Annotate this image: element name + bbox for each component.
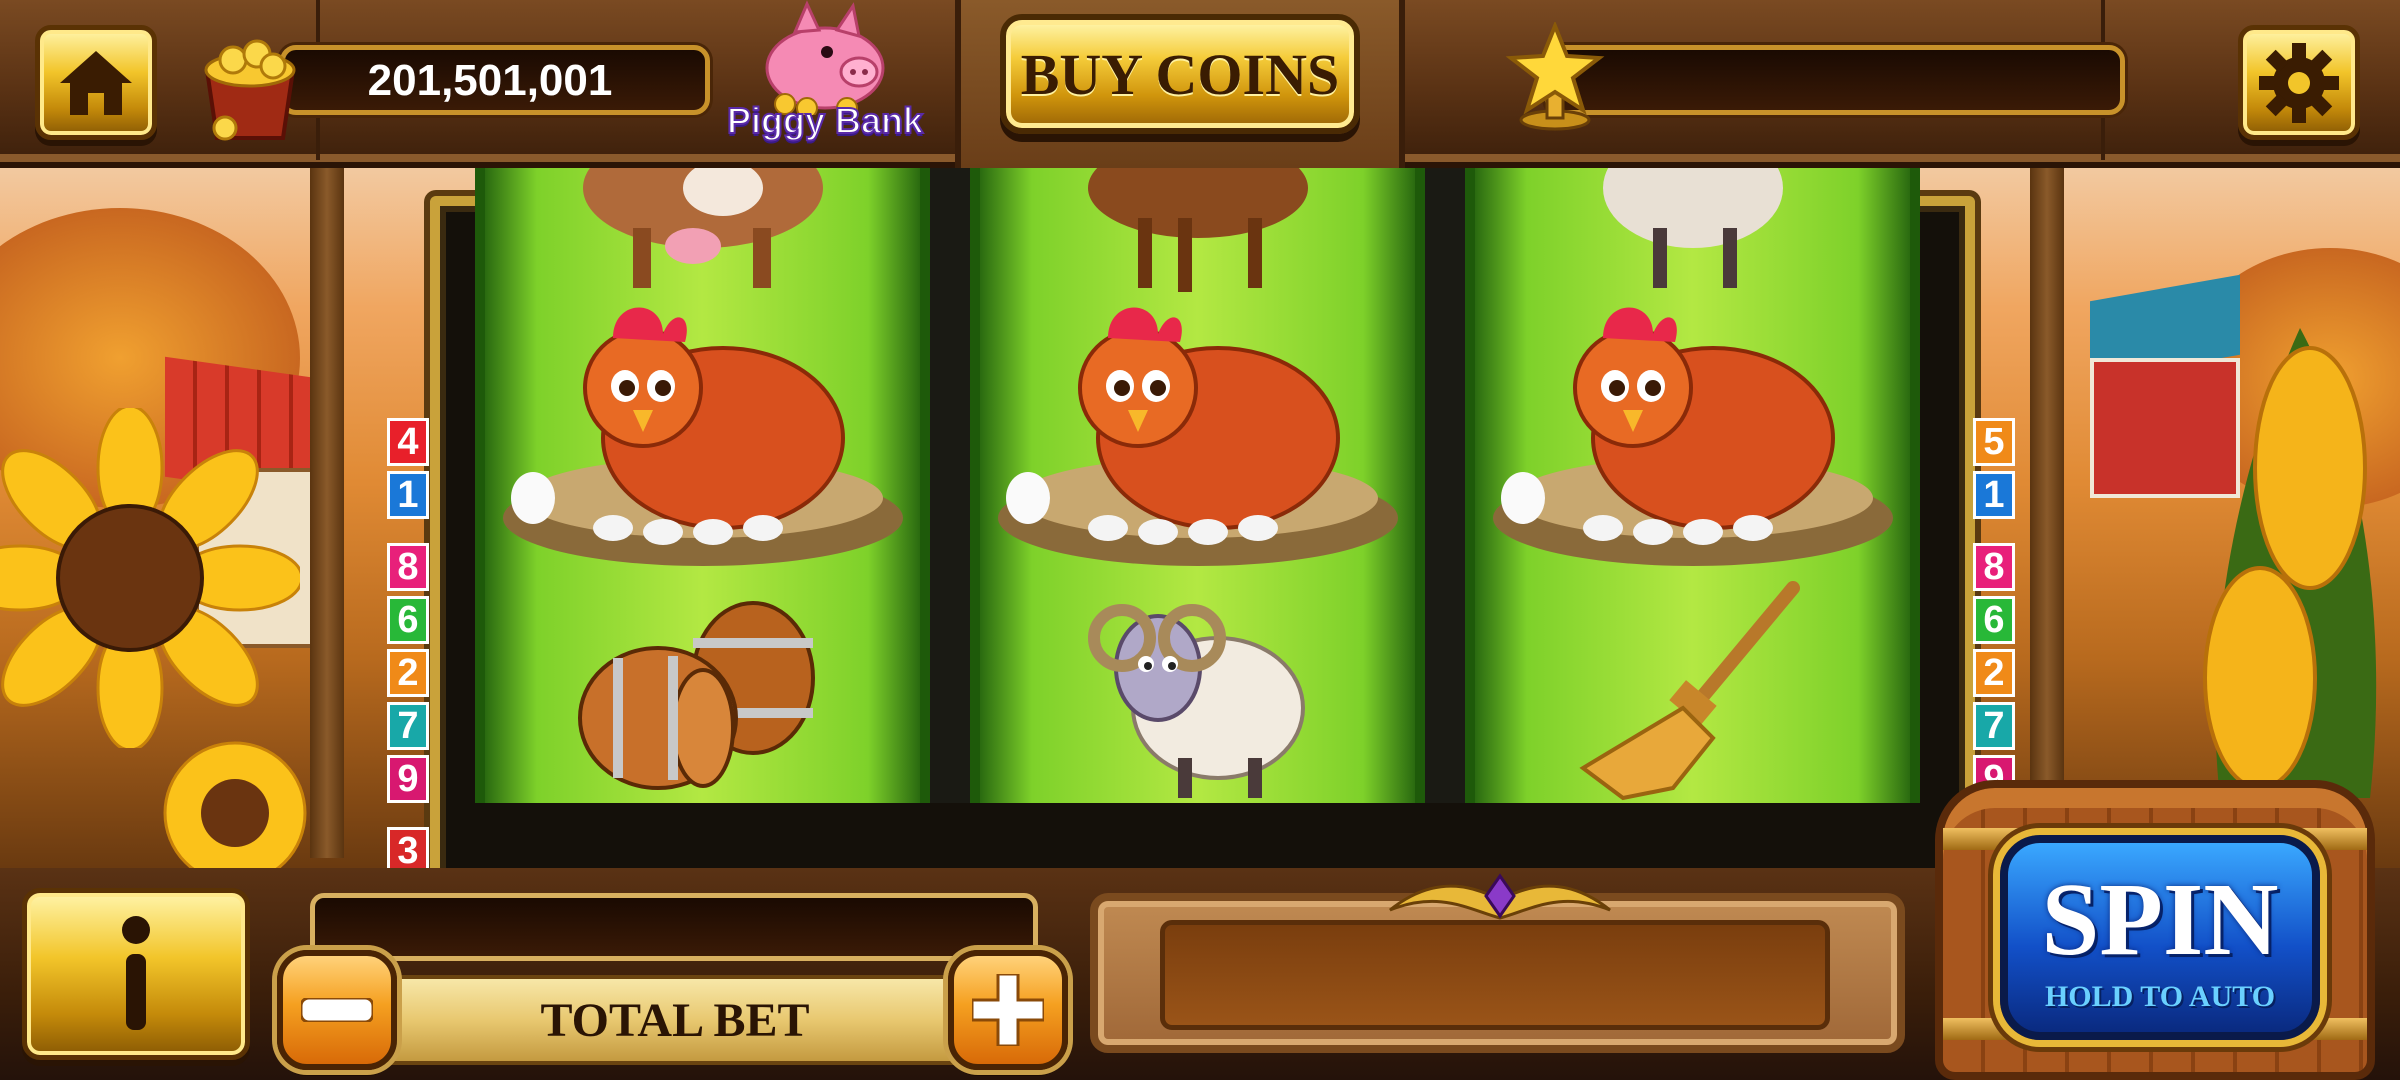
gear-icon	[2259, 42, 2339, 123]
piggy-bank-label: Piggy Bank	[726, 99, 924, 142]
reel-1	[475, 168, 930, 803]
hen-symbol	[1475, 298, 1910, 568]
payline-number: 2	[1973, 649, 2015, 697]
sheep-symbol	[980, 588, 1415, 803]
reel-separator	[930, 168, 970, 803]
payline-number: 7	[1973, 702, 2015, 750]
spin-label: SPIN	[2041, 862, 2279, 977]
hen-symbol	[485, 298, 920, 568]
payline-number: 6	[387, 596, 429, 644]
payline-number: 8	[387, 543, 429, 591]
total-bet-value	[315, 898, 1033, 956]
home-icon	[60, 50, 132, 115]
increase-bet-button[interactable]	[948, 950, 1068, 1070]
payline-number: 5	[1973, 418, 2015, 466]
minus-icon	[301, 998, 373, 1022]
coin-balance: 201,501,001	[367, 56, 613, 105]
horse-symbol	[980, 168, 1415, 298]
corn-icon	[2203, 328, 2377, 798]
decrease-bet-button[interactable]	[277, 950, 397, 1070]
settings-button[interactable]	[2238, 25, 2360, 140]
broom-symbol	[1475, 578, 1910, 803]
sunflower-icon	[0, 408, 300, 748]
payline-number: 6	[1973, 596, 2015, 644]
star-trophy-icon	[1505, 20, 1605, 132]
payline-number: 9	[387, 755, 429, 803]
xp-bar	[1545, 45, 2125, 115]
piggy-icon	[765, 0, 885, 115]
total-bet-value-field	[310, 893, 1038, 961]
payline-number: 8	[1973, 543, 2015, 591]
wooden-post	[2030, 168, 2064, 788]
payline-number: 4	[387, 418, 429, 466]
home-button[interactable]	[35, 25, 157, 140]
payline-number: 1	[387, 471, 429, 519]
reel-separator	[1425, 168, 1465, 803]
barrels-symbol	[485, 598, 920, 798]
buy-coins-button[interactable]: BUY COINS	[1000, 14, 1360, 134]
spin-hold-label: HOLD TO AUTO	[2044, 980, 2276, 1013]
payline-number: 7	[387, 702, 429, 750]
win-display	[1160, 920, 1830, 1030]
wooden-post	[310, 168, 344, 858]
payline-number: 1	[1973, 471, 2015, 519]
reel-3	[1465, 168, 1920, 803]
win-value	[1165, 925, 1825, 1025]
reel-2	[970, 168, 1425, 803]
cow-symbol	[485, 168, 920, 298]
info-icon	[122, 916, 150, 1030]
info-button[interactable]	[22, 888, 250, 1060]
piggy-bank-button[interactable]: Piggy Bank	[725, 0, 925, 155]
plus-icon	[972, 974, 1044, 1046]
payline-number: 2	[387, 649, 429, 697]
sheep-symbol	[1475, 168, 1910, 298]
hen-symbol	[980, 298, 1415, 568]
total-bet-label: TOTAL BET	[330, 975, 1020, 1065]
sunflower-icon	[163, 741, 307, 878]
ornament-gem-icon	[1389, 873, 1611, 920]
coin-bucket-icon	[195, 30, 305, 145]
payline-numbers-left: 418627935	[387, 418, 433, 933]
